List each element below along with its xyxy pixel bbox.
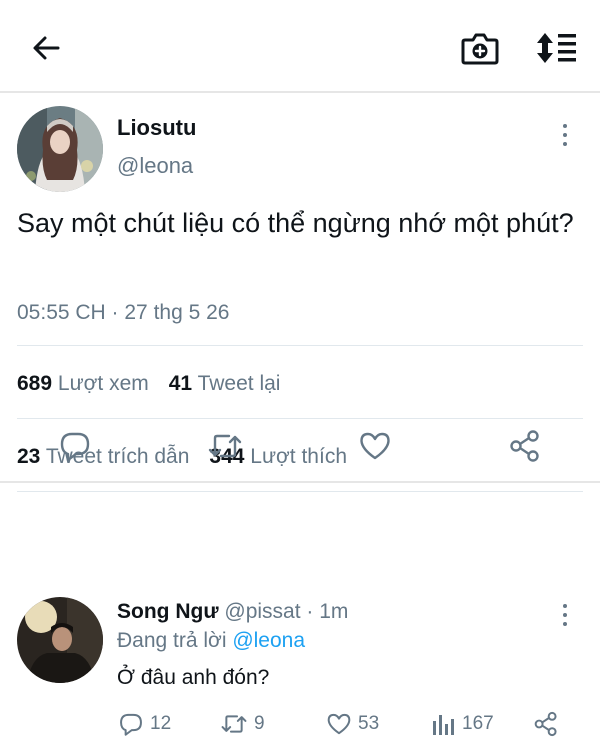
reply-views-button[interactable]: 167: [430, 709, 494, 739]
reply-reply-count: 12: [150, 713, 172, 734]
reply-avatar-photo: [17, 597, 103, 683]
heart-icon: [360, 432, 390, 460]
views-stat[interactable]: 689 Lượt xem: [17, 372, 149, 395]
kebab-dot-icon: [563, 124, 567, 128]
reply-avatar[interactable]: [17, 597, 103, 683]
kebab-dot-icon: [563, 133, 567, 137]
stats-row-1: 689 Lượt xem 41 Tweet lại: [17, 372, 280, 396]
back-button[interactable]: [26, 28, 66, 68]
reply-like-count: 53: [358, 713, 380, 734]
reply-author-name[interactable]: Song Ngư: [117, 600, 219, 623]
retweet-button[interactable]: [205, 426, 245, 466]
retweet-icon: [221, 715, 247, 733]
share-icon: [534, 711, 557, 737]
share-icon: [510, 430, 539, 462]
kebab-dot-icon: [563, 142, 567, 146]
views-label: Lượt xem: [57, 372, 149, 395]
divider: [17, 345, 583, 346]
reply-author-handle[interactable]: @pissat: [224, 600, 300, 623]
reply-retweet-button[interactable]: 9: [220, 709, 265, 739]
reply-text: Ở đâu anh đón?: [117, 666, 270, 689]
sort-button[interactable]: [532, 26, 584, 70]
replying-to-link[interactable]: @leona: [232, 629, 305, 652]
tweet-actions: [0, 418, 600, 474]
heart-icon: [327, 713, 351, 735]
retweets-stat[interactable]: 41 Tweet lại: [169, 372, 281, 395]
retweets-count: 41: [168, 372, 193, 395]
arrow-left-icon: [33, 36, 60, 60]
views-count: 689: [17, 372, 53, 395]
retweets-label: Tweet lại: [197, 372, 281, 395]
analytics-icon: [433, 715, 454, 735]
sort-list-icon: [537, 33, 576, 63]
reply-time: · 1m: [306, 600, 349, 623]
reply-share-button[interactable]: [533, 709, 565, 739]
share-button[interactable]: [505, 426, 545, 466]
author-handle[interactable]: @leona: [117, 153, 193, 179]
reply-more-options-button[interactable]: [555, 601, 575, 629]
avatar[interactable]: [17, 106, 103, 192]
reply-icon: [60, 432, 90, 462]
avatar-photo: [17, 106, 103, 192]
kebab-dot-icon: [563, 604, 567, 608]
reply-tweet[interactable]: Song Ngư @pissat · 1m Đang trả lời @leon…: [0, 483, 600, 751]
top-app-bar: [0, 0, 600, 93]
more-options-button[interactable]: [555, 121, 575, 149]
camera-plus-icon: [461, 33, 499, 65]
reply-header: Song Ngư @pissat · 1m: [117, 600, 348, 624]
camera-button[interactable]: [458, 26, 502, 70]
tweet-timestamp[interactable]: 05:55 CH · 27 thg 5 26: [17, 301, 229, 325]
author-name[interactable]: Liosutu: [117, 115, 196, 141]
reply-button[interactable]: [55, 426, 95, 466]
like-button[interactable]: [355, 426, 395, 466]
kebab-dot-icon: [563, 613, 567, 617]
replying-prefix: Đang trả lời: [117, 629, 227, 652]
reply-view-count: 167: [462, 713, 494, 734]
reply-reply-button[interactable]: 12: [118, 709, 171, 739]
tweet-text: Say một chút liệu có thể ngừng nhớ một p…: [17, 208, 574, 238]
retweet-icon: [208, 434, 242, 458]
reply-retweet-count: 9: [254, 713, 265, 734]
reply-like-button[interactable]: 53: [326, 709, 379, 739]
replying-to-line: Đang trả lời @leona: [117, 629, 305, 653]
kebab-dot-icon: [563, 622, 567, 626]
reply-icon: [120, 713, 142, 736]
